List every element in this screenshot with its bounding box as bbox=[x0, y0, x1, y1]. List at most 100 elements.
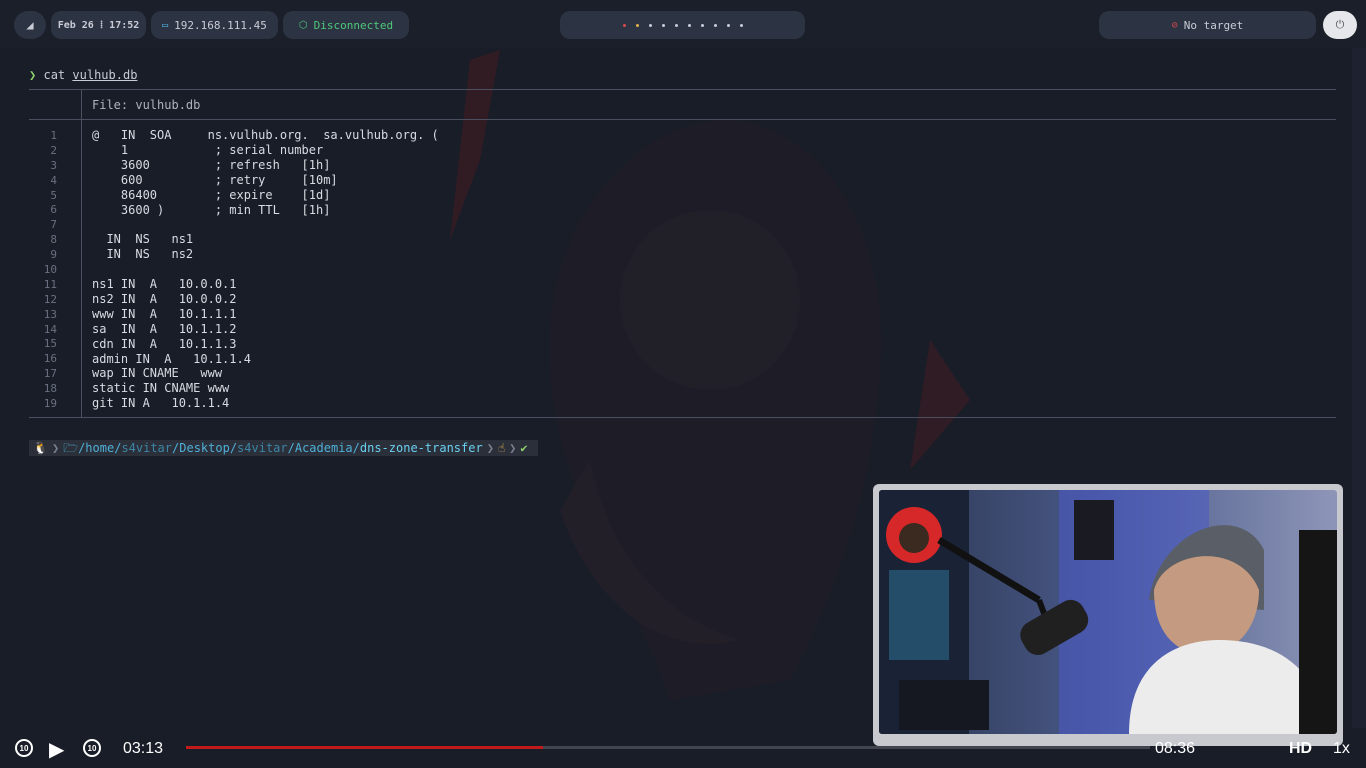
path-part: s4vitar bbox=[121, 440, 173, 455]
table-border-header bbox=[29, 119, 1336, 120]
shell-prompt: 🐧 ❯ 🗁/home/s4vitar/Desktop/s4vitar/Acade… bbox=[29, 440, 538, 456]
workspace-1[interactable] bbox=[622, 23, 626, 27]
menu-button[interactable]: ◢ bbox=[14, 11, 46, 39]
workspace-10[interactable] bbox=[739, 23, 743, 27]
total-time: 08:36 bbox=[1155, 740, 1196, 757]
webcam-overlay bbox=[873, 484, 1343, 746]
line-text: ns2 IN A 10.0.0.2 bbox=[92, 291, 237, 306]
skip-back-button[interactable]: 10 bbox=[15, 739, 33, 757]
skip-forward-button[interactable]: 10 bbox=[83, 739, 101, 757]
line-text: www IN A 10.1.1.1 bbox=[92, 306, 237, 321]
workspaces-widget[interactable] bbox=[560, 11, 805, 39]
line-text: sa IN A 10.1.1.2 bbox=[92, 321, 237, 336]
file-header: File: vulhub.db bbox=[92, 98, 201, 112]
target-widget[interactable]: ⊘ No target bbox=[1099, 11, 1316, 39]
power-button[interactable]: ⏻ bbox=[1323, 11, 1357, 39]
quality-button[interactable]: HD bbox=[1289, 740, 1312, 758]
line-number: 16 bbox=[43, 352, 57, 366]
line-text: 3600 ; refresh [1h] bbox=[92, 157, 331, 172]
target-icon: ⊘ bbox=[1171, 19, 1178, 31]
prompt-separator-icon: ❯ bbox=[51, 440, 60, 455]
line-number: 15 bbox=[43, 337, 57, 351]
hand-icon: ☝ bbox=[497, 440, 506, 455]
current-directory: dns-zone-transfer bbox=[359, 440, 483, 455]
line-text: IN NS ns1 bbox=[92, 232, 194, 247]
line-text: cdn IN A 10.1.1.3 bbox=[92, 336, 237, 351]
line-text: ns1 IN A 10.0.0.1 bbox=[92, 277, 237, 291]
code-line: 16 admin IN A 10.1.1.4 bbox=[29, 351, 1229, 366]
line-text: admin IN A 10.1.1.4 bbox=[92, 351, 251, 366]
code-line: 6 3600 ) ; min TTL [1h] bbox=[29, 202, 1229, 217]
scrollbar[interactable] bbox=[1352, 48, 1366, 728]
workspace-5[interactable] bbox=[674, 23, 678, 27]
workspace-6[interactable] bbox=[687, 23, 691, 27]
progress-fill bbox=[186, 746, 543, 749]
webcam-feed bbox=[879, 490, 1337, 734]
file-content: 1 @ IN SOA ns.vulhub.org. sa.vulhub.org. … bbox=[29, 128, 1229, 411]
vpn-status-widget[interactable]: ⬡ Disconnected bbox=[283, 11, 409, 39]
code-line: 19 git IN A 10.1.1.4 bbox=[29, 396, 1229, 411]
linux-tux-icon: 🐧 bbox=[33, 440, 48, 455]
path-part: /Academia/ bbox=[287, 440, 360, 455]
progress-bar[interactable] bbox=[186, 746, 1150, 749]
line-number: 11 bbox=[43, 277, 57, 291]
code-line: 15 cdn IN A 10.1.1.3 bbox=[29, 336, 1229, 351]
code-line: 4 600 ; retry [10m] bbox=[29, 173, 1229, 188]
code-line: 12 ns2 IN A 10.0.0.2 bbox=[29, 292, 1229, 307]
line-number: 13 bbox=[43, 307, 57, 321]
code-line: 5 86400 ; expire [1d] bbox=[29, 188, 1229, 203]
path-part: /home/ bbox=[78, 440, 122, 455]
datetime-widget: Feb 26 ⁞ 17:52 bbox=[51, 11, 146, 39]
play-button[interactable]: ▶ bbox=[49, 737, 64, 762]
line-text: wap IN CNAME www bbox=[92, 366, 223, 381]
speed-button[interactable]: 1x bbox=[1333, 740, 1350, 758]
line-number: 10 bbox=[43, 263, 57, 277]
workspace-7[interactable] bbox=[700, 23, 704, 27]
line-number: 1 bbox=[50, 129, 57, 142]
target-label: No target bbox=[1183, 18, 1244, 32]
command-file-arg: vulhub.db bbox=[72, 68, 138, 82]
skip-back-label: 10 bbox=[19, 743, 29, 753]
line-number: 14 bbox=[43, 322, 57, 336]
line-number: 7 bbox=[50, 218, 57, 232]
line-text: static IN CNAME www bbox=[92, 381, 230, 396]
workspace-2[interactable] bbox=[635, 23, 639, 27]
code-line: 11 ns1 IN A 10.0.0.1 bbox=[29, 277, 1229, 292]
skip-forward-label: 10 bbox=[87, 743, 97, 753]
ip-label: 192.168.111.45 bbox=[174, 18, 267, 32]
code-line: 3 3600 ; refresh [1h] bbox=[29, 158, 1229, 173]
workspace-3[interactable] bbox=[648, 23, 652, 27]
table-border-bottom bbox=[29, 417, 1336, 418]
line-text: git IN A 10.1.1.4 bbox=[92, 396, 230, 411]
line-number: 18 bbox=[43, 382, 57, 396]
code-line: 9 IN NS ns2 bbox=[29, 247, 1229, 262]
code-line: 14 sa IN A 10.1.1.2 bbox=[29, 322, 1229, 337]
power-icon: ⏻ bbox=[1335, 18, 1345, 31]
code-line: 8 IN NS ns1 bbox=[29, 232, 1229, 247]
datetime-label: Feb 26 ⁞ 17:52 bbox=[57, 19, 140, 31]
code-line: 10 bbox=[29, 262, 1229, 277]
line-text: IN NS ns2 bbox=[92, 247, 194, 262]
line-text: @ IN SOA ns.vulhub.org. sa.vulhub.org. ( bbox=[92, 128, 439, 142]
line-number: 3 bbox=[50, 158, 57, 172]
code-line: 7 bbox=[29, 217, 1229, 232]
line-number: 12 bbox=[43, 292, 57, 306]
line-number: 4 bbox=[50, 173, 57, 187]
line-number: 19 bbox=[43, 397, 57, 411]
vpn-status-label: Disconnected bbox=[313, 18, 394, 32]
workspace-8[interactable] bbox=[713, 23, 717, 27]
line-text: 600 ; retry [10m] bbox=[92, 172, 338, 187]
top-status-bar: ◢ Feb 26 ⁞ 17:52 ▭ 192.168.111.45 ⬡ Disc… bbox=[0, 0, 1366, 48]
line-number: 5 bbox=[50, 188, 57, 202]
workspace-4[interactable] bbox=[661, 23, 665, 27]
code-line: 17 wap IN CNAME www bbox=[29, 366, 1229, 381]
prompt-separator-icon: ❯ bbox=[509, 440, 517, 455]
command-line: ❯ cat vulhub.db bbox=[29, 68, 137, 83]
code-line: 18 static IN CNAME www bbox=[29, 381, 1229, 396]
table-border-top bbox=[29, 89, 1336, 90]
arch-logo-icon: ◢ bbox=[26, 18, 34, 32]
monitor-icon: ▭ bbox=[162, 19, 169, 31]
ip-widget[interactable]: ▭ 192.168.111.45 bbox=[151, 11, 278, 39]
code-line: 13 www IN A 10.1.1.1 bbox=[29, 307, 1229, 322]
workspace-9[interactable] bbox=[726, 23, 730, 27]
